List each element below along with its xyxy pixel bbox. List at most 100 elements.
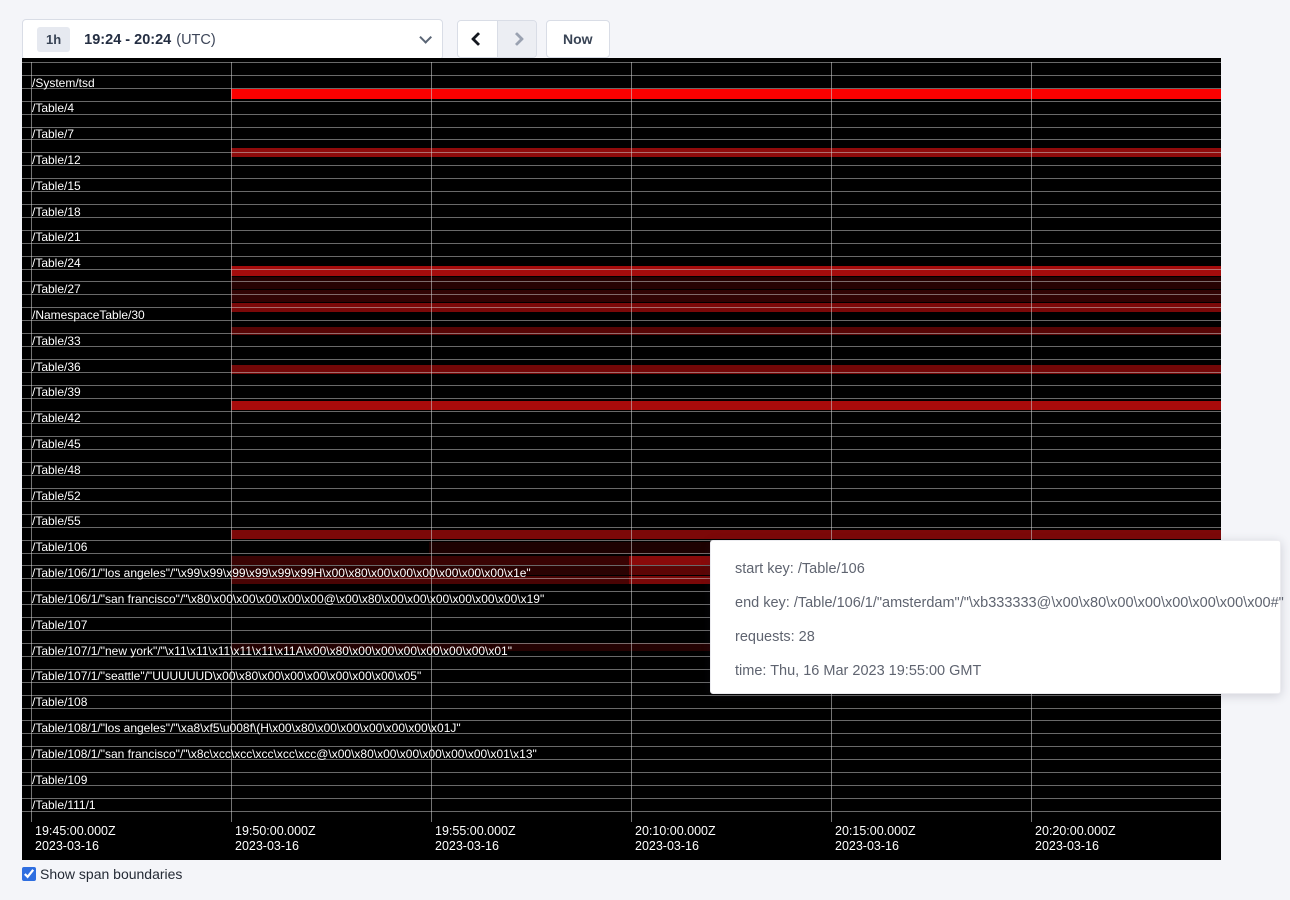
span-boundary-line: [22, 101, 1221, 102]
span-boundary-line: [22, 449, 1221, 450]
span-boundary-line: [22, 798, 1221, 799]
span-boundary-line: [22, 488, 1221, 489]
chevron-down-icon: [419, 31, 432, 44]
span-boundary-line: [22, 746, 1221, 747]
next-interval-button[interactable]: [497, 21, 536, 57]
time-gridline: [431, 62, 432, 822]
span-boundary-line: [22, 733, 1221, 734]
checkbox-label: Show span boundaries: [40, 866, 182, 882]
heatmap-band[interactable]: [231, 566, 629, 575]
span-boundary-line: [22, 501, 1221, 502]
time-range-picker[interactable]: 1h 19:24 - 20:24 (UTC): [22, 19, 443, 60]
time-gridline: [631, 62, 632, 822]
x-axis-tick: 20:10:00.000Z2023-03-16: [635, 824, 716, 854]
span-boundary-line: [22, 320, 1221, 321]
tooltip-line: end key: /Table/106/1/"amsterdam"/"\xb33…: [735, 586, 1256, 620]
tick-date: 2023-03-16: [35, 839, 116, 854]
heatmap-band[interactable]: [231, 556, 629, 565]
span-boundary-line: [22, 243, 1221, 244]
heatmap-band[interactable]: [231, 266, 1221, 276]
x-axis-tick: 19:50:00.000Z2023-03-16: [235, 824, 316, 854]
span-boundary-line: [22, 217, 1221, 218]
span-boundary-line: [22, 230, 1221, 231]
span-boundary-line: [22, 307, 1221, 308]
tooltip-line: requests: 28: [735, 620, 1256, 654]
span-boundary-line: [22, 178, 1221, 179]
now-button[interactable]: Now: [546, 20, 610, 58]
span-boundary-line: [22, 385, 1221, 386]
prev-interval-button[interactable]: [458, 21, 497, 57]
tick-time: 19:45:00.000Z: [35, 824, 116, 839]
span-boundary-line: [22, 462, 1221, 463]
tick-date: 2023-03-16: [835, 839, 916, 854]
show-span-boundaries-checkbox[interactable]: Show span boundaries: [22, 866, 182, 882]
key-visualizer-canvas[interactable]: /System/tsd/Table/4/Table/7/Table/12/Tab…: [22, 58, 1221, 860]
checkbox-input[interactable]: [22, 867, 36, 881]
tick-date: 2023-03-16: [435, 839, 516, 854]
span-boundary-line: [22, 191, 1221, 192]
x-axis-tick: 20:20:00.000Z2023-03-16: [1035, 824, 1116, 854]
tick-date: 2023-03-16: [635, 839, 716, 854]
heatmap-band[interactable]: [231, 401, 1221, 410]
tick-time: 20:10:00.000Z: [635, 824, 716, 839]
time-gridline: [31, 62, 32, 822]
span-boundary-line: [22, 333, 1221, 334]
tick-time: 19:50:00.000Z: [235, 824, 316, 839]
span-boundary-line: [22, 269, 1221, 270]
time-gridline: [231, 62, 232, 822]
time-range-text: 19:24 - 20:24: [84, 32, 171, 48]
heatmap-band[interactable]: [231, 277, 1221, 289]
span-boundary-line: [22, 114, 1221, 115]
chevron-right-icon: [510, 32, 524, 46]
span-boundary-line: [22, 695, 1221, 696]
span-boundary-line: [22, 62, 1221, 63]
heatmap-band[interactable]: [231, 530, 1221, 539]
span-boundary-line: [22, 475, 1221, 476]
heatmap-band[interactable]: [231, 290, 1221, 302]
span-boundary-line: [22, 346, 1221, 347]
tooltip-line: time: Thu, 16 Mar 2023 19:55:00 GMT: [735, 654, 1256, 688]
tick-time: 19:55:00.000Z: [435, 824, 516, 839]
x-axis-tick: 20:15:00.000Z2023-03-16: [835, 824, 916, 854]
span-boundary-line: [22, 527, 1221, 528]
timezone-label: (UTC): [176, 32, 215, 48]
tick-date: 2023-03-16: [235, 839, 316, 854]
tick-time: 20:20:00.000Z: [1035, 824, 1116, 839]
span-boundary-line: [22, 759, 1221, 760]
tooltip-line: start key: /Table/106: [735, 552, 1256, 586]
span-boundary-line: [22, 281, 1221, 282]
heatmap-band[interactable]: [231, 576, 629, 584]
span-boundary-line: [22, 75, 1221, 76]
span-boundary-line: [22, 127, 1221, 128]
chevron-left-icon: [470, 32, 484, 46]
toolbar: 1h 19:24 - 20:24 (UTC) Now: [0, 0, 1290, 58]
span-boundary-line: [22, 372, 1221, 373]
span-boundary-line: [22, 720, 1221, 721]
span-boundary-line: [22, 256, 1221, 257]
tick-time: 20:15:00.000Z: [835, 824, 916, 839]
span-boundary-line: [22, 811, 1221, 812]
time-gridline: [1031, 62, 1032, 822]
span-boundary-line: [22, 436, 1221, 437]
span-boundary-line: [22, 139, 1221, 140]
span-boundary-line: [22, 514, 1221, 515]
span-boundary-line: [22, 359, 1221, 360]
tick-date: 2023-03-16: [1035, 839, 1116, 854]
span-boundary-line: [22, 152, 1221, 153]
span-boundary-line: [22, 772, 1221, 773]
span-boundary-line: [22, 294, 1221, 295]
span-boundary-line: [22, 785, 1221, 786]
hover-tooltip: start key: /Table/106end key: /Table/106…: [710, 540, 1281, 694]
span-boundary-line: [22, 204, 1221, 205]
span-boundary-line: [22, 88, 1221, 89]
x-axis-tick: 19:45:00.000Z2023-03-16: [35, 824, 116, 854]
heatmap-band[interactable]: [231, 89, 1221, 99]
span-boundary-line: [22, 411, 1221, 412]
span-boundary-line: [22, 398, 1221, 399]
time-gridline: [831, 62, 832, 822]
time-preset-badge: 1h: [37, 27, 70, 52]
x-axis-tick: 19:55:00.000Z2023-03-16: [435, 824, 516, 854]
time-nav-group: [457, 20, 537, 58]
span-boundary-line: [22, 708, 1221, 709]
span-boundary-line: [22, 423, 1221, 424]
